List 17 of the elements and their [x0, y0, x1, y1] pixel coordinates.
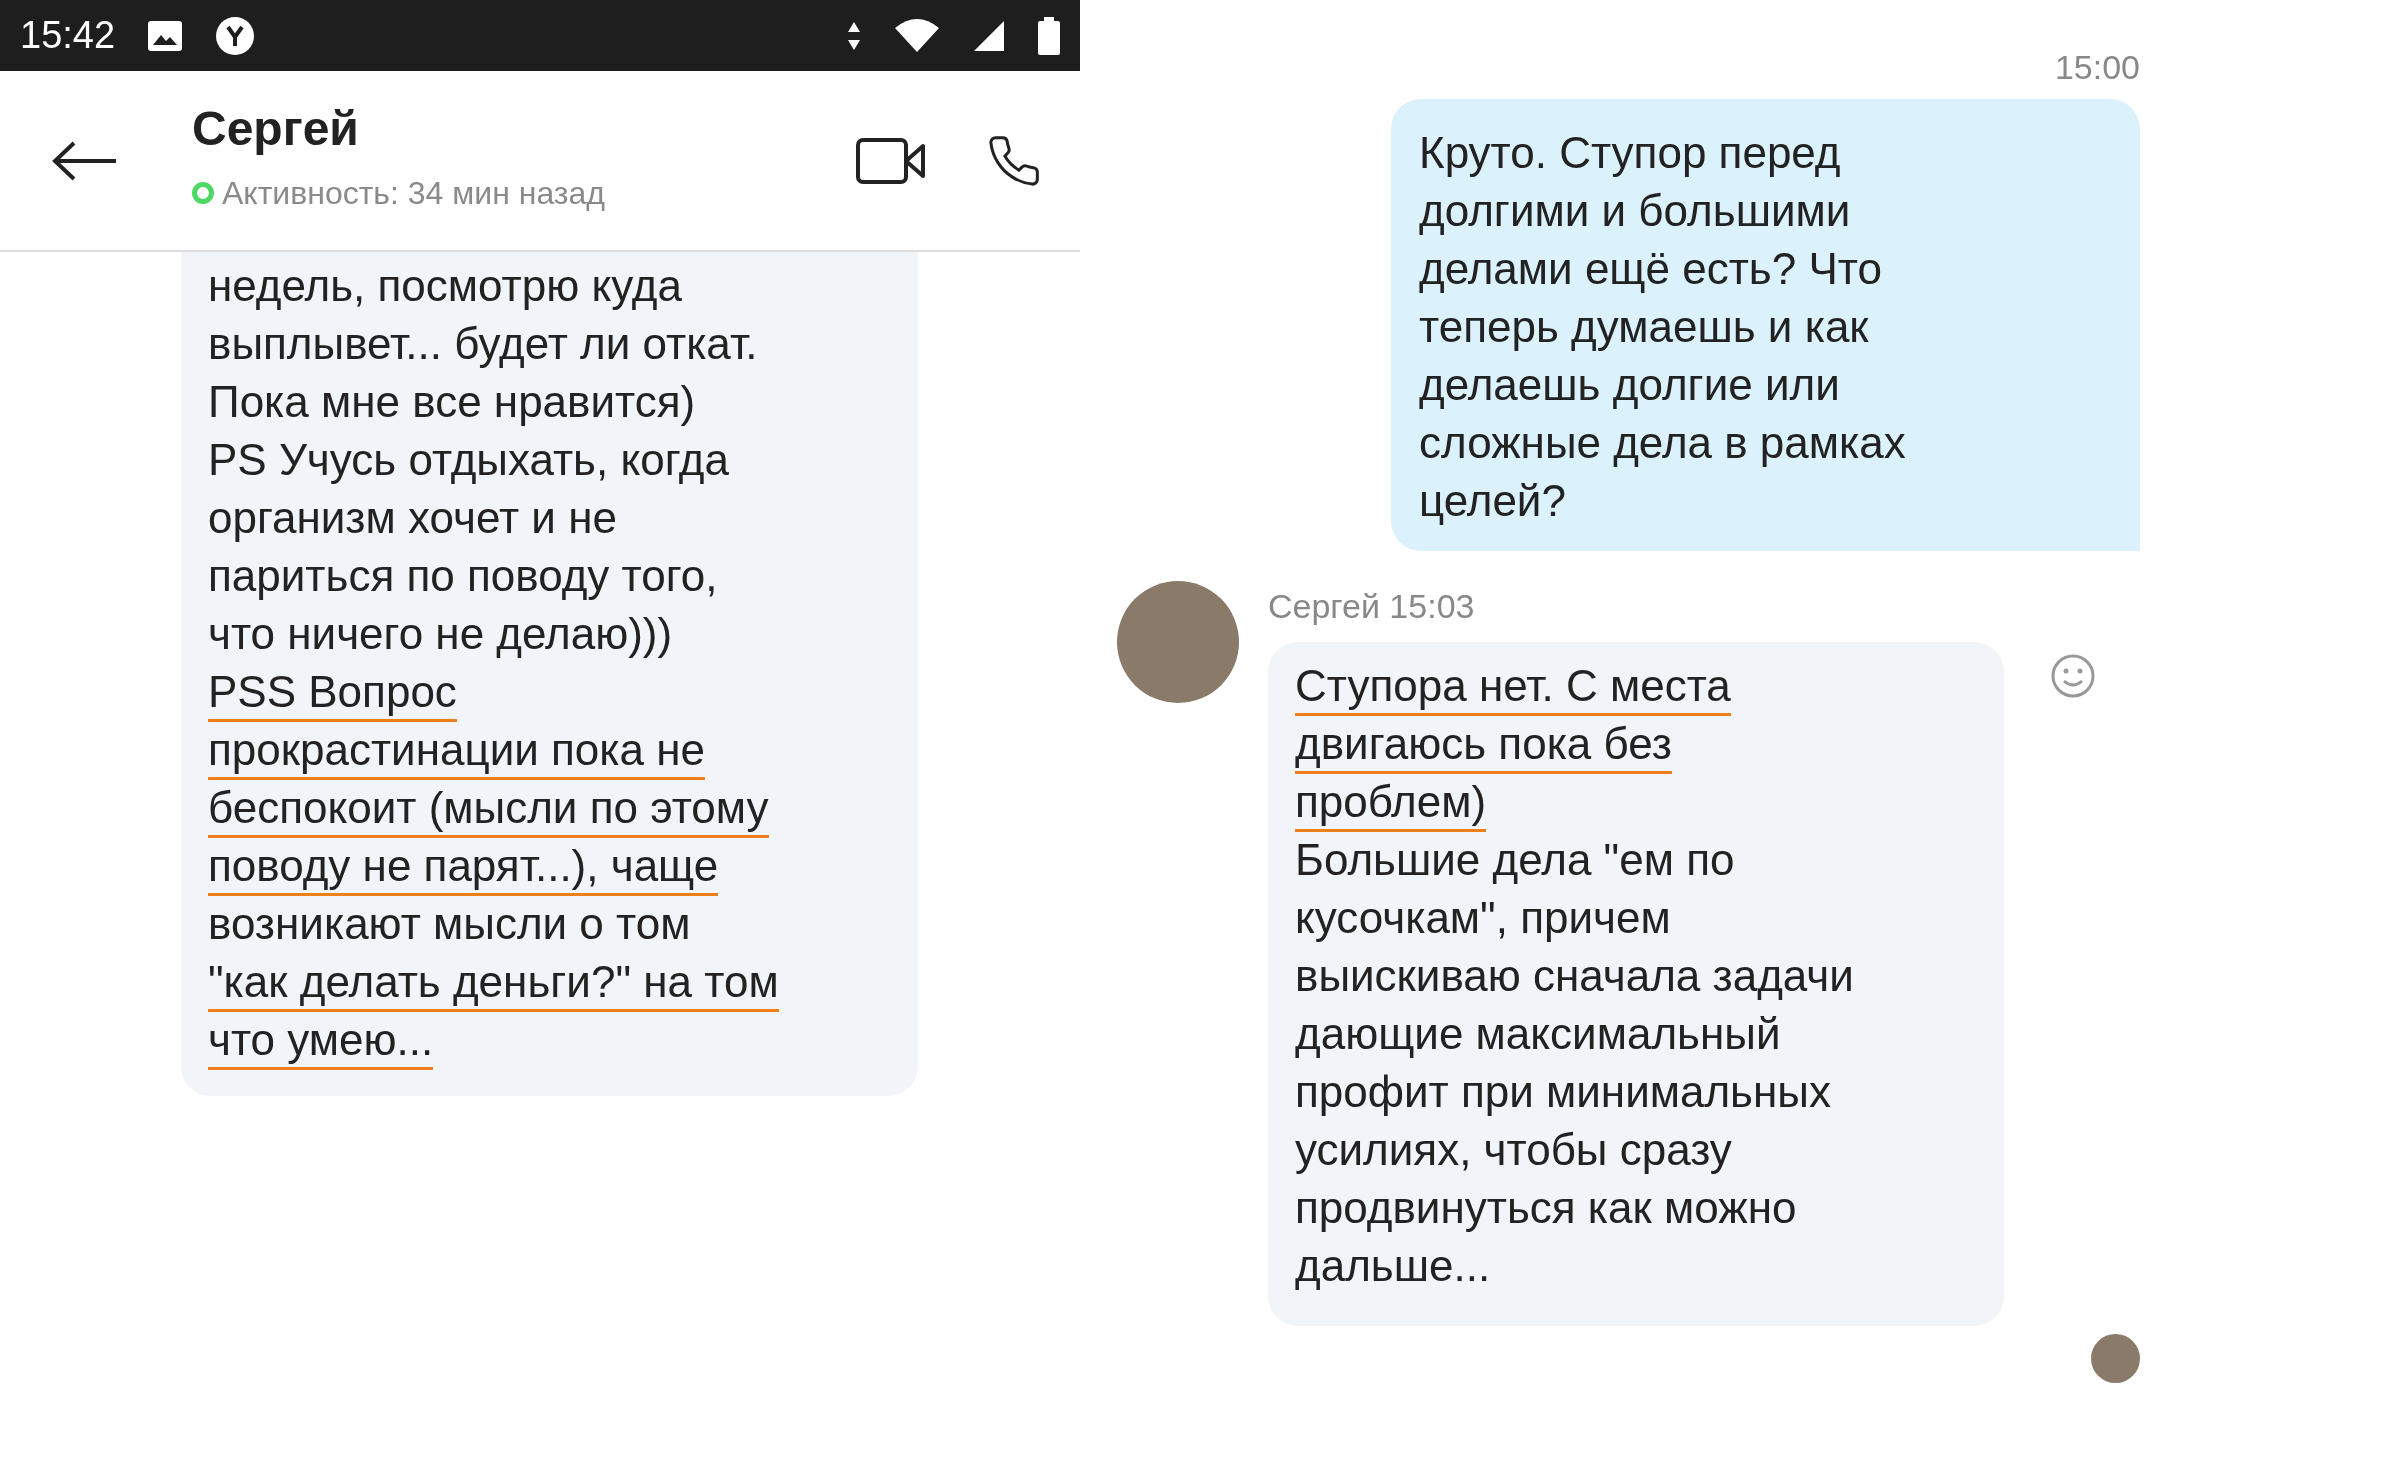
battery-icon — [1038, 16, 1060, 55]
video-call-button[interactable] — [856, 137, 926, 184]
message-text: Ступора нет. С места двигаюсь пока без проблем) Большие дела "ем по кусочкам", причем выискиваю сначала задачи дающие максимальный профит при минимальных усилиях, чтобы сразу продвинуться как можно дальше... — [1295, 658, 1977, 1296]
video-camera-icon — [856, 137, 926, 184]
status-time: 15:42 — [20, 13, 116, 58]
sender-time: Сергей 15:03 — [1268, 586, 1476, 627]
activity-status: Активность: 34 мин назад — [222, 173, 605, 213]
image-icon — [147, 19, 184, 52]
smiley-icon — [2050, 653, 2096, 699]
wifi-icon — [894, 17, 940, 54]
letter-circle-icon — [215, 15, 256, 56]
message-text: недель, посмотрю куда выплывет... будет ли откат. Пока мне все нравится) PS Учусь отдыхать, когда организм хочет и не париться по поводу того, что ничего не делаю))) PSS Вопрос прокрастинации пока не беспокоит (мысли по этому поводу не парят...), чаще возникают мысли о том "как делать деньги?" на том что умею... — [208, 258, 891, 1070]
message-time: 15:00 — [2054, 47, 2140, 88]
small-avatar-placeholder — [2091, 1334, 2140, 1383]
contact-name: Сергей — [192, 104, 360, 153]
emoji-reaction-button[interactable] — [2050, 653, 2096, 699]
message-text: Круто. Ступор перед долгими и большими делами ещё есть? Что теперь думаешь и как делаешь долгие или сложные дела в рамках целей? — [1419, 127, 1907, 527]
